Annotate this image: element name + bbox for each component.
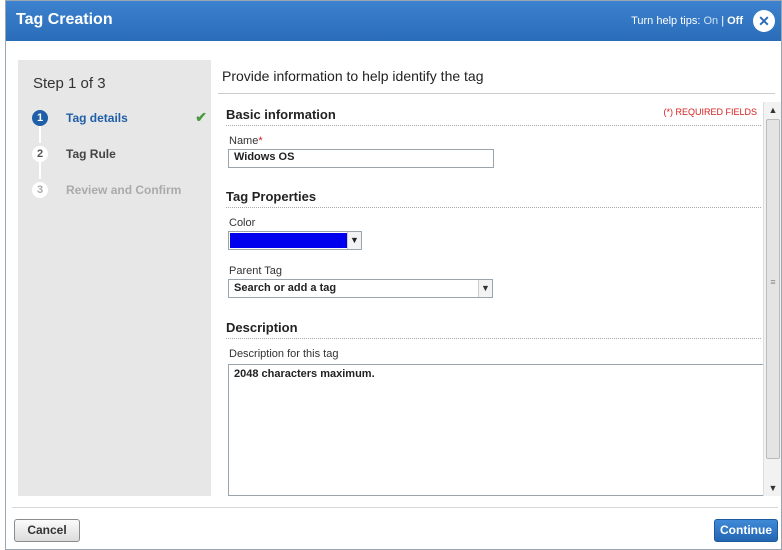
step-label: Tag details — [66, 111, 128, 125]
footer-divider — [12, 507, 778, 508]
section-divider — [226, 338, 761, 339]
section-divider — [226, 207, 761, 208]
wizard-step-tag-rule[interactable]: 2 Tag Rule — [32, 143, 207, 179]
required-fields-note: (*) REQUIRED FIELDS — [663, 107, 757, 117]
step-number: 2 — [32, 146, 48, 162]
step-label: Review and Confirm — [66, 183, 182, 197]
section-divider — [226, 125, 761, 126]
wizard-step-review-confirm: 3 Review and Confirm — [32, 179, 207, 215]
name-label-text: Name — [229, 135, 259, 147]
title-bar: Tag Creation Turn help tips: On | Off ✕ — [6, 1, 781, 41]
help-tips-off-link[interactable]: Off — [727, 15, 743, 27]
description-textarea[interactable]: 2048 characters maximum. — [228, 364, 765, 496]
scroll-thumb[interactable]: ≡ — [766, 119, 780, 459]
chevron-down-icon[interactable]: ▼ — [478, 280, 492, 297]
step-indicator: Step 1 of 3 — [33, 75, 106, 92]
grip-icon: ≡ — [770, 277, 776, 287]
step-connector — [39, 162, 41, 179]
help-tips-label: Turn help tips: — [631, 15, 701, 27]
arrow-up-icon[interactable]: ▲ — [764, 102, 782, 118]
help-tips-toggle: Turn help tips: On | Off — [631, 15, 743, 27]
step-label: Tag Rule — [66, 147, 116, 161]
form-scroll-area: Basic information (*) REQUIRED FIELDS Na… — [218, 100, 775, 496]
dialog-title: Tag Creation — [16, 11, 113, 28]
step-number: 1 — [32, 110, 48, 126]
close-icon[interactable]: ✕ — [753, 10, 775, 32]
name-input[interactable]: Widows OS — [228, 149, 494, 168]
step-number: 3 — [32, 182, 48, 198]
color-select[interactable]: ▼ — [228, 231, 362, 250]
intro-text: Provide information to help identify the… — [222, 68, 484, 84]
required-star: * — [258, 135, 263, 147]
main-content: Provide information to help identify the… — [218, 60, 775, 496]
help-tips-on-link[interactable]: On — [703, 15, 718, 27]
name-label: Name* — [229, 135, 263, 147]
arrow-down-icon[interactable]: ▼ — [764, 480, 782, 496]
tag-creation-dialog: Tag Creation Turn help tips: On | Off ✕ … — [5, 0, 782, 550]
color-label: Color — [229, 217, 256, 229]
parent-tag-label: Parent Tag — [229, 265, 283, 277]
chevron-down-icon[interactable]: ▼ — [347, 232, 361, 249]
form-scrollbar[interactable]: ▲ ≡ ▼ — [763, 102, 781, 496]
wizard-step-tag-details[interactable]: 1 Tag details ✔ — [32, 107, 207, 143]
check-icon: ✔ — [195, 109, 207, 125]
wizard-steps: 1 Tag details ✔ 2 Tag Rule 3 Review and … — [32, 107, 207, 215]
help-tips-separator: | — [721, 15, 725, 27]
description-label: Description for this tag — [229, 348, 339, 360]
continue-button[interactable]: Continue — [714, 519, 778, 542]
wizard-sidebar: Step 1 of 3 1 Tag details ✔ 2 Tag Rule 3… — [18, 60, 211, 496]
step-connector — [39, 126, 41, 143]
section-heading-properties: Tag Properties — [226, 189, 317, 204]
parent-tag-value: Search or add a tag — [234, 282, 337, 294]
section-heading-description: Description — [226, 320, 298, 335]
cancel-button[interactable]: Cancel — [14, 519, 80, 542]
parent-tag-select[interactable]: Search or add a tag ▼ — [228, 279, 493, 298]
divider — [218, 93, 775, 94]
section-heading-basic: Basic information — [226, 107, 336, 122]
color-swatch — [230, 233, 347, 248]
